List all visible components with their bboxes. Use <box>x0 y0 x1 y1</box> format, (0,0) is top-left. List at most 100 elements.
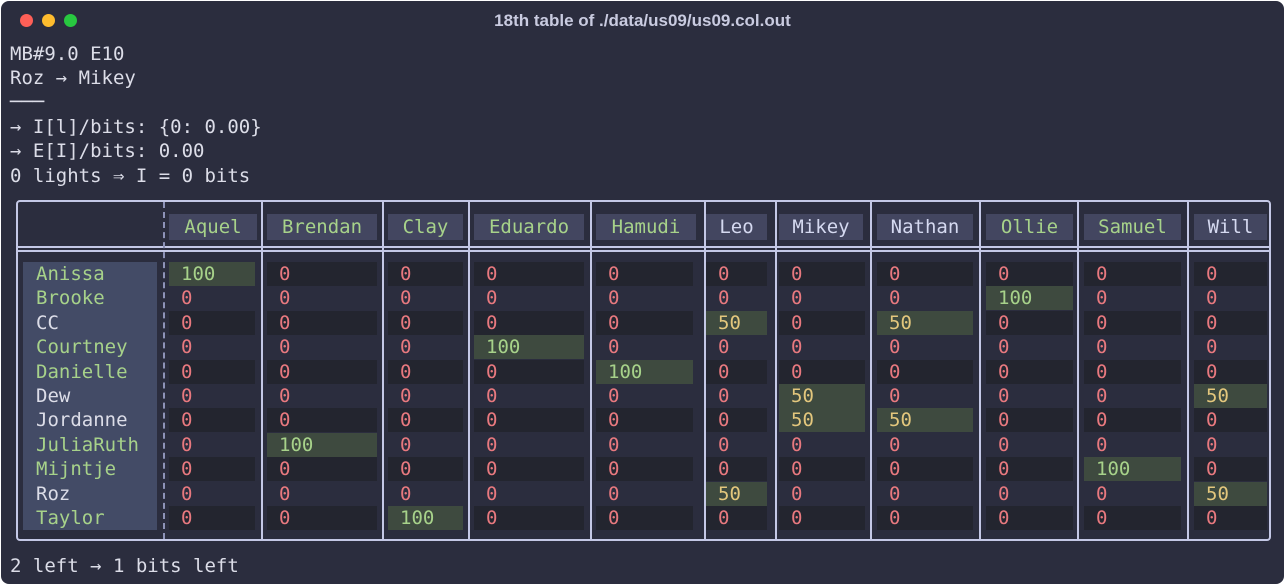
table-cell: 0 <box>169 359 255 384</box>
table-cell: 0 <box>608 433 620 456</box>
table-cell: 50 <box>779 384 865 408</box>
table-cell: 0 <box>608 385 620 407</box>
row-label-danielle: Danielle <box>36 360 128 383</box>
table-cell: 50 <box>706 310 767 335</box>
table-cell: 0 <box>267 359 377 384</box>
table-cell: 0 <box>279 336 291 359</box>
table-cell: 0 <box>779 310 865 335</box>
table-cell: 0 <box>181 433 193 456</box>
table-cell: 0 <box>1096 336 1108 359</box>
table-cell: 0 <box>706 262 767 286</box>
table-cell: 0 <box>1194 310 1267 335</box>
table-cell: 50 <box>706 481 767 506</box>
table-cell: 0 <box>986 506 1073 530</box>
table-cell: 0 <box>267 457 377 482</box>
table-cell: 0 <box>474 408 584 433</box>
table-cell: 0 <box>1084 408 1181 433</box>
table-cell: 0 <box>889 433 901 456</box>
header-divider-double <box>18 250 1269 252</box>
table-cell: 100 <box>986 286 1073 311</box>
row-label-juliaruth: JuliaRuth <box>36 433 139 456</box>
table-cell: 0 <box>1206 336 1218 359</box>
table-cell: 0 <box>267 506 377 530</box>
table-cell: 0 <box>889 482 901 505</box>
table-cell: 0 <box>1096 482 1108 505</box>
table-cell: 0 <box>889 287 901 310</box>
table-cell: 0 <box>986 408 1073 433</box>
column-header-mikey: Mikey <box>779 214 863 240</box>
title-bar: 18th table of ./data/us09/us09.col.out <box>1 1 1284 39</box>
table-cell: 0 <box>1084 359 1181 384</box>
table-cell: 0 <box>1206 433 1218 456</box>
table-cell: 0 <box>718 336 730 359</box>
table-cell: 0 <box>1096 287 1108 310</box>
column-header-leo: Leo <box>706 214 767 240</box>
column-header-hamudi: Hamudi <box>596 214 696 240</box>
table-cell: 0 <box>388 310 463 335</box>
table-cell: 0 <box>400 287 412 310</box>
table-cell: 0 <box>877 262 973 286</box>
table-cell: 50 <box>877 408 973 433</box>
table-cell: 0 <box>779 359 865 384</box>
column-separator <box>775 202 777 539</box>
table-cell: 50 <box>877 310 973 335</box>
table-cell: 0 <box>1084 262 1181 286</box>
table-cell: 0 <box>877 457 973 482</box>
table-cell: 0 <box>791 287 803 310</box>
table-cell: 0 <box>596 457 693 482</box>
table-cell: 0 <box>608 482 620 505</box>
table-cell: 0 <box>181 482 193 505</box>
table-cell: 0 <box>267 262 377 286</box>
table-cell: 0 <box>279 385 291 407</box>
row-label-cc: CC <box>36 311 59 334</box>
header-line-2: Roz → Mikey <box>10 67 136 89</box>
table-cell: 0 <box>388 457 463 482</box>
table-cell: 50 <box>779 408 865 433</box>
table-cell: 0 <box>706 506 767 530</box>
table-cell: 50 <box>1194 481 1267 506</box>
table-cell: 0 <box>1194 506 1267 530</box>
column-separator <box>261 202 263 539</box>
table-cell: 0 <box>181 336 193 359</box>
column-separator <box>382 202 384 539</box>
table-cell: 0 <box>486 433 498 456</box>
table-cell: 0 <box>169 408 255 433</box>
column-separator <box>979 202 981 539</box>
header-line-5: → E[I]/bits: 0.00 <box>10 140 205 162</box>
table-cell: 0 <box>1096 433 1108 456</box>
table-cell: 0 <box>267 408 377 433</box>
header-line-4: → I[l]/bits: {0: 0.00} <box>10 116 262 138</box>
table-cell: 0 <box>474 310 584 335</box>
column-separator <box>590 202 592 539</box>
row-label-brooke: Brooke <box>36 287 105 310</box>
column-header-nathan: Nathan <box>877 214 973 240</box>
table-cell: 0 <box>718 385 730 407</box>
table-cell: 100 <box>267 432 377 457</box>
table-cell: 0 <box>596 408 693 433</box>
table-cell: 0 <box>706 457 767 482</box>
column-separator <box>163 202 165 539</box>
table-cell: 0 <box>388 359 463 384</box>
table-cell: 0 <box>596 506 693 530</box>
table-cell: 100 <box>169 262 255 286</box>
column-header-clay: Clay <box>388 214 463 240</box>
table-cell: 0 <box>998 336 1010 359</box>
column-separator <box>468 202 470 539</box>
table-cell: 0 <box>608 336 620 359</box>
table-cell: 0 <box>706 408 767 433</box>
row-label-roz: Roz <box>36 482 71 505</box>
header-line-1: MB#9.0 E10 <box>10 43 125 65</box>
table-cell: 0 <box>1084 506 1181 530</box>
column-header-eduardo: Eduardo <box>474 214 584 240</box>
table-cell: 0 <box>998 385 1010 407</box>
row-label-taylor: Taylor <box>36 507 105 529</box>
column-separator <box>870 202 872 539</box>
table-cell: 0 <box>267 310 377 335</box>
table-cell: 0 <box>474 262 584 286</box>
table-cell: 0 <box>608 287 620 310</box>
window-title: 18th table of ./data/us09/us09.col.out <box>494 11 791 30</box>
table-cell: 0 <box>791 482 803 505</box>
table-cell: 0 <box>1194 457 1267 482</box>
table-cell: 0 <box>279 287 291 310</box>
table-cell: 0 <box>706 359 767 384</box>
